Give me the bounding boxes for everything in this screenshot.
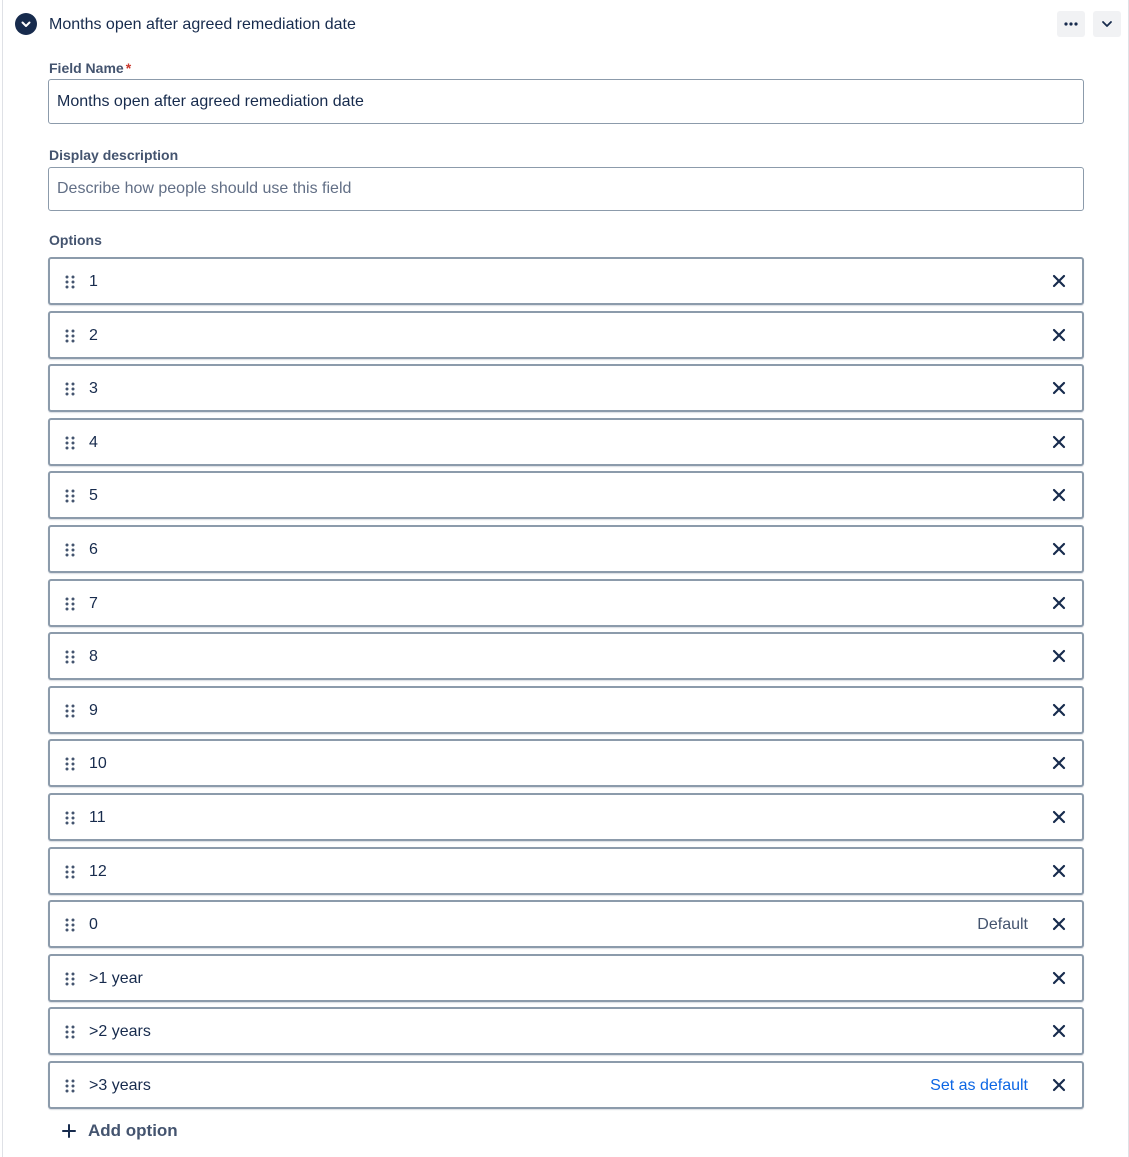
close-icon[interactable] bbox=[1052, 488, 1066, 502]
close-icon[interactable] bbox=[1052, 596, 1066, 610]
option-row[interactable]: >2 years bbox=[48, 1007, 1084, 1055]
drag-handle-icon[interactable] bbox=[64, 917, 76, 933]
required-marker: * bbox=[125, 60, 132, 76]
option-label: 6 bbox=[89, 541, 98, 558]
drag-handle-icon[interactable] bbox=[64, 649, 76, 665]
option-label: 11 bbox=[89, 809, 106, 826]
close-icon[interactable] bbox=[1052, 1024, 1066, 1038]
option-row[interactable]: 11 bbox=[48, 793, 1084, 841]
default-badge: Default bbox=[977, 916, 1028, 933]
close-icon[interactable] bbox=[1052, 810, 1066, 824]
option-row[interactable]: >1 year bbox=[48, 954, 1084, 1002]
option-row[interactable]: 8 bbox=[48, 632, 1084, 680]
chevron-down-icon bbox=[1102, 21, 1112, 27]
close-icon[interactable] bbox=[1052, 649, 1066, 663]
drag-handle-icon[interactable] bbox=[64, 435, 76, 451]
option-row[interactable]: >3 years Set as default bbox=[48, 1061, 1084, 1109]
option-label: 8 bbox=[89, 648, 98, 665]
chevron-down-icon bbox=[21, 21, 31, 27]
option-row[interactable]: 3 bbox=[48, 364, 1084, 412]
close-icon[interactable] bbox=[1052, 328, 1066, 342]
option-label: >2 years bbox=[89, 1023, 151, 1040]
close-icon[interactable] bbox=[1052, 971, 1066, 985]
drag-handle-icon[interactable] bbox=[64, 864, 76, 880]
drag-handle-icon[interactable] bbox=[64, 542, 76, 558]
field-name-label-text: Field Name bbox=[49, 60, 124, 76]
option-row[interactable]: 7 bbox=[48, 579, 1084, 627]
options-label: Options bbox=[49, 232, 102, 248]
drag-handle-icon[interactable] bbox=[64, 274, 76, 290]
option-row[interactable]: 0 Default bbox=[48, 900, 1084, 948]
close-icon[interactable] bbox=[1052, 703, 1066, 717]
more-horizontal-icon bbox=[1064, 22, 1078, 26]
option-label: 5 bbox=[89, 487, 98, 504]
close-icon[interactable] bbox=[1052, 381, 1066, 395]
add-option-label: Add option bbox=[88, 1121, 178, 1140]
drag-handle-icon[interactable] bbox=[64, 381, 76, 397]
close-icon[interactable] bbox=[1052, 917, 1066, 931]
option-row[interactable]: 2 bbox=[48, 311, 1084, 359]
option-row[interactable]: 9 bbox=[48, 686, 1084, 734]
expand-toggle-button[interactable] bbox=[15, 13, 37, 35]
field-name-input[interactable] bbox=[48, 79, 1084, 124]
option-label: 7 bbox=[89, 595, 98, 612]
field-title: Months open after agreed remediation dat… bbox=[49, 16, 356, 33]
close-icon[interactable] bbox=[1052, 756, 1066, 770]
drag-handle-icon[interactable] bbox=[64, 971, 76, 987]
option-row[interactable]: 5 bbox=[48, 471, 1084, 519]
close-icon[interactable] bbox=[1052, 1078, 1066, 1092]
option-label: 12 bbox=[89, 863, 107, 880]
option-row[interactable]: 12 bbox=[48, 847, 1084, 895]
display-description-input[interactable] bbox=[48, 167, 1084, 211]
display-description-label: Display description bbox=[49, 147, 179, 163]
collapse-button[interactable] bbox=[1093, 11, 1121, 37]
option-row[interactable]: 10 bbox=[48, 739, 1084, 787]
close-icon[interactable] bbox=[1052, 435, 1066, 449]
option-label: >3 years bbox=[89, 1077, 151, 1094]
option-label: 4 bbox=[89, 434, 98, 451]
option-label: 3 bbox=[89, 380, 98, 397]
drag-handle-icon[interactable] bbox=[64, 1078, 76, 1094]
more-actions-button[interactable] bbox=[1057, 11, 1085, 37]
drag-handle-icon[interactable] bbox=[64, 328, 76, 344]
option-row[interactable]: 1 bbox=[48, 257, 1084, 305]
drag-handle-icon[interactable] bbox=[64, 596, 76, 612]
plus-icon bbox=[62, 1124, 76, 1138]
option-label: 1 bbox=[89, 273, 98, 290]
option-label: 10 bbox=[89, 755, 107, 772]
option-label: 9 bbox=[89, 702, 98, 719]
option-row[interactable]: 6 bbox=[48, 525, 1084, 573]
close-icon[interactable] bbox=[1052, 274, 1066, 288]
set-as-default-link[interactable]: Set as default bbox=[930, 1077, 1028, 1095]
option-row[interactable]: 4 bbox=[48, 418, 1084, 466]
field-name-label: Field Name * bbox=[49, 60, 131, 76]
close-icon[interactable] bbox=[1052, 864, 1066, 878]
drag-handle-icon[interactable] bbox=[64, 1024, 76, 1040]
drag-handle-icon[interactable] bbox=[64, 810, 76, 826]
option-label: 0 bbox=[89, 916, 98, 933]
option-label: 2 bbox=[89, 327, 98, 344]
drag-handle-icon[interactable] bbox=[64, 756, 76, 772]
drag-handle-icon[interactable] bbox=[64, 488, 76, 504]
option-label: >1 year bbox=[89, 970, 143, 987]
add-option-button[interactable]: Add option bbox=[62, 1119, 178, 1143]
close-icon[interactable] bbox=[1052, 542, 1066, 556]
drag-handle-icon[interactable] bbox=[64, 703, 76, 719]
